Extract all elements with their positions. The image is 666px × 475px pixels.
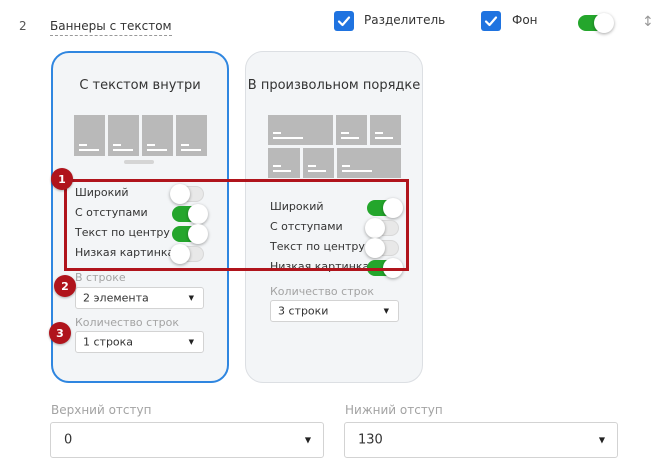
annotation-highlight-box <box>64 179 409 271</box>
block-title-link[interactable]: Баннеры с текстом <box>50 19 172 36</box>
top-margin-label: Верхний отступ <box>51 403 152 417</box>
chevron-down-icon: ▼ <box>383 307 389 315</box>
preview-tile <box>303 148 334 178</box>
annotation-badge-3: 3 <box>49 322 71 344</box>
per-row-select[interactable]: 2 элемента ▼ <box>75 287 204 309</box>
chevron-down-icon: ▼ <box>598 435 605 445</box>
chevron-down-icon: ▼ <box>188 338 194 346</box>
annotation-badge-2: 2 <box>54 275 76 297</box>
rows-count-select[interactable]: 3 строки ▼ <box>270 300 399 322</box>
rows-count-select[interactable]: 1 строка ▼ <box>75 331 204 353</box>
preview-tile <box>108 115 139 156</box>
rows-count-label: Количество строк <box>270 285 374 298</box>
row-number: 2 <box>19 19 27 33</box>
bottom-margin-value: 130 <box>358 432 383 448</box>
preview-tile <box>176 115 207 156</box>
vertical-resize-icon[interactable]: ↕ <box>642 15 654 29</box>
chevron-down-icon: ▼ <box>304 435 311 445</box>
preview-tile <box>268 148 300 178</box>
preview-tile <box>337 148 401 178</box>
rows-count-value: 1 строка <box>83 335 134 349</box>
check-icon <box>484 16 498 27</box>
preview-tile <box>268 115 333 145</box>
top-margin-value: 0 <box>64 432 73 448</box>
preview-tile <box>370 115 401 145</box>
block-visibility-toggle[interactable] <box>578 13 614 33</box>
preview-tile <box>336 115 367 145</box>
preview-tile <box>142 115 173 156</box>
per-row-value: 2 элемента <box>83 291 149 305</box>
bottom-margin-label: Нижний отступ <box>345 403 443 417</box>
top-margin-select[interactable]: 0 ▼ <box>50 422 324 458</box>
background-label: Фон <box>512 13 538 27</box>
annotation-badge-1: 1 <box>51 168 73 190</box>
rows-count-value: 3 строки <box>278 304 329 318</box>
check-icon <box>337 16 351 27</box>
per-row-label: В строке <box>75 271 126 284</box>
card-title: С текстом внутри <box>79 78 201 93</box>
rows-count-label: Количество строк <box>75 316 179 329</box>
card-title: В произвольном порядке <box>247 78 421 93</box>
preview-tile <box>74 115 105 156</box>
divider-checkbox[interactable] <box>334 11 354 31</box>
background-checkbox[interactable] <box>481 11 501 31</box>
divider-label: Разделитель <box>364 13 446 27</box>
preview-scrollbar <box>124 160 154 164</box>
bottom-margin-select[interactable]: 130 ▼ <box>344 422 618 458</box>
chevron-down-icon: ▼ <box>188 294 194 302</box>
